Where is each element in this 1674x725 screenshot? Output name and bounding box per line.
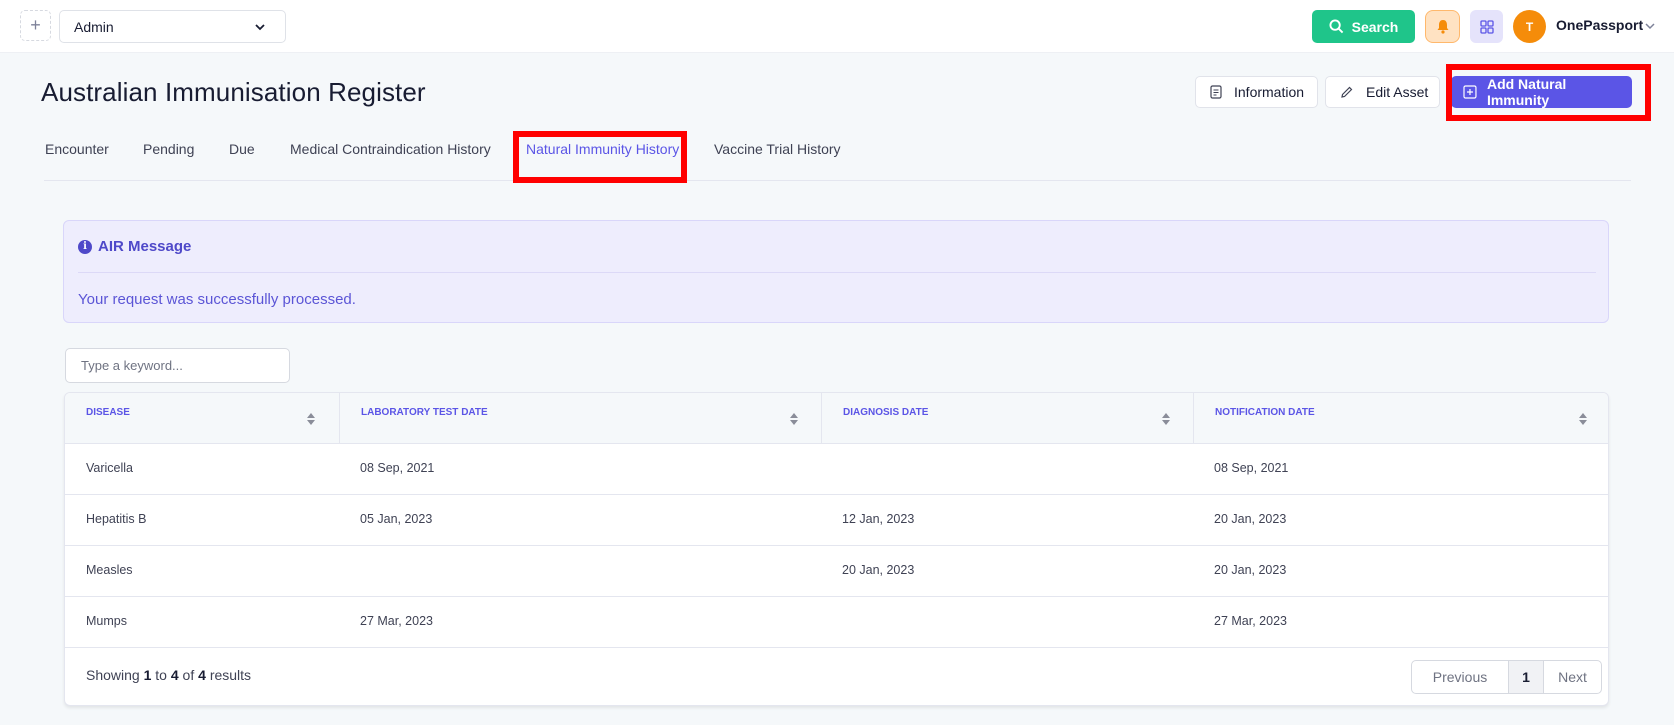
cell-laboratory-test-date: 08 Sep, 2021: [360, 461, 435, 475]
table-row: Mumps 27 Mar, 2023 27 Mar, 2023: [65, 597, 1608, 648]
sort-icon[interactable]: [789, 412, 799, 426]
pagination: Previous 1 Next: [1411, 660, 1602, 694]
apps-button[interactable]: [1470, 10, 1503, 43]
column-header-laboratory-test-date[interactable]: LABORATORY TEST DATE: [339, 393, 821, 444]
cell-disease: Varicella: [86, 461, 134, 475]
search-button[interactable]: Search: [1312, 10, 1415, 43]
cell-notification-date: 20 Jan, 2023: [1214, 563, 1287, 577]
column-header-label: DIAGNOSIS DATE: [843, 407, 929, 418]
add-natural-immunity-label: Add Natural Immunity: [1486, 76, 1567, 108]
tabs-divider: [44, 180, 1631, 181]
results-of-word: of: [182, 667, 195, 683]
cell-notification-date: 27 Mar, 2023: [1214, 614, 1287, 628]
alert-title: i AIR Message: [78, 238, 191, 255]
keyword-search-input[interactable]: [65, 348, 290, 383]
tab-encounter[interactable]: Encounter: [45, 141, 109, 157]
top-bar: + Admin Search T OnePassport: [0, 0, 1674, 53]
column-header-disease[interactable]: DISEASE: [65, 393, 339, 444]
column-header-label: NOTIFICATION DATE: [1215, 407, 1315, 418]
table-row: Hepatitis B 05 Jan, 2023 12 Jan, 2023 20…: [65, 495, 1608, 546]
bell-icon: [1437, 20, 1448, 34]
pencil-icon: [1341, 86, 1353, 98]
org-select-value: Admin: [74, 18, 114, 35]
results-summary: Showing 1 to 4 of 4 results: [86, 667, 251, 683]
alert-message: Your request was successfully processed.: [78, 291, 356, 308]
cell-diagnosis-date: 20 Jan, 2023: [842, 563, 915, 577]
column-header-label: LABORATORY TEST DATE: [361, 407, 488, 418]
edit-asset-button-label: Edit Asset: [1366, 84, 1429, 100]
results-summary-prefix: Showing: [86, 667, 140, 683]
plus-square-icon: [1463, 85, 1477, 99]
cell-notification-date: 20 Jan, 2023: [1214, 512, 1287, 526]
air-message-alert: i AIR Message Your request was successfu…: [63, 220, 1609, 323]
highlight-box-active-tab: [513, 131, 687, 183]
sort-icon[interactable]: [1161, 412, 1171, 426]
chevron-down-icon: [255, 24, 265, 31]
add-button[interactable]: +: [20, 10, 51, 41]
tab-medical-contraindication-history[interactable]: Medical Contraindication History: [290, 141, 491, 157]
cell-disease: Mumps: [86, 614, 127, 628]
tab-due[interactable]: Due: [229, 141, 255, 157]
notifications-button[interactable]: [1425, 10, 1460, 43]
sort-icon[interactable]: [306, 412, 316, 426]
tab-vaccine-trial-history[interactable]: Vaccine Trial History: [714, 141, 841, 157]
search-button-label: Search: [1351, 18, 1399, 35]
next-page-button[interactable]: Next: [1544, 661, 1601, 693]
cell-disease: Hepatitis B: [86, 512, 147, 526]
chevron-down-icon[interactable]: [1644, 20, 1656, 32]
alert-title-text: AIR Message: [98, 238, 192, 255]
results-suffix: results: [209, 667, 252, 683]
alert-divider: [78, 272, 1596, 273]
apps-grid-icon: [1479, 19, 1494, 34]
tab-natural-immunity-history[interactable]: Natural Immunity History: [526, 141, 679, 157]
table-header: DISEASE LABORATORY TEST DATE DIAGNOSIS D…: [65, 393, 1608, 444]
information-button[interactable]: Information: [1195, 76, 1318, 108]
column-header-notification-date[interactable]: NOTIFICATION DATE: [1193, 393, 1608, 444]
add-natural-immunity-button[interactable]: Add Natural Immunity: [1451, 76, 1632, 108]
sort-icon[interactable]: [1578, 412, 1588, 426]
plus-icon: +: [30, 15, 41, 35]
results-to: 4: [170, 667, 179, 683]
table-row: Measles 20 Jan, 2023 20 Jan, 2023: [65, 546, 1608, 597]
results-total: 4: [198, 667, 206, 683]
info-icon: i: [78, 239, 92, 254]
results-from: 1: [143, 667, 152, 683]
cell-notification-date: 08 Sep, 2021: [1214, 461, 1289, 475]
previous-page-button[interactable]: Previous: [1412, 661, 1509, 693]
results-to-word: to: [155, 667, 167, 683]
tab-pending[interactable]: Pending: [143, 141, 194, 157]
org-select[interactable]: Admin: [59, 10, 286, 43]
search-icon: [1329, 19, 1343, 34]
information-button-label: Information: [1234, 84, 1305, 100]
edit-asset-button[interactable]: Edit Asset: [1325, 76, 1440, 108]
cell-disease: Measles: [86, 563, 133, 577]
cell-laboratory-test-date: 27 Mar, 2023: [360, 614, 433, 628]
page-1-button[interactable]: 1: [1509, 661, 1544, 693]
cell-diagnosis-date: 12 Jan, 2023: [842, 512, 915, 526]
page-title: Australian Immunisation Register: [41, 77, 426, 107]
avatar[interactable]: T: [1513, 10, 1546, 43]
table-row: Varicella 08 Sep, 2021 08 Sep, 2021: [65, 444, 1608, 495]
column-header-label: DISEASE: [86, 407, 130, 418]
document-icon: [1210, 85, 1222, 99]
cell-laboratory-test-date: 05 Jan, 2023: [360, 512, 433, 526]
column-header-diagnosis-date[interactable]: DIAGNOSIS DATE: [821, 393, 1193, 444]
natural-immunity-table: DISEASE LABORATORY TEST DATE DIAGNOSIS D…: [64, 392, 1609, 706]
user-name[interactable]: OnePassport: [1556, 17, 1643, 33]
